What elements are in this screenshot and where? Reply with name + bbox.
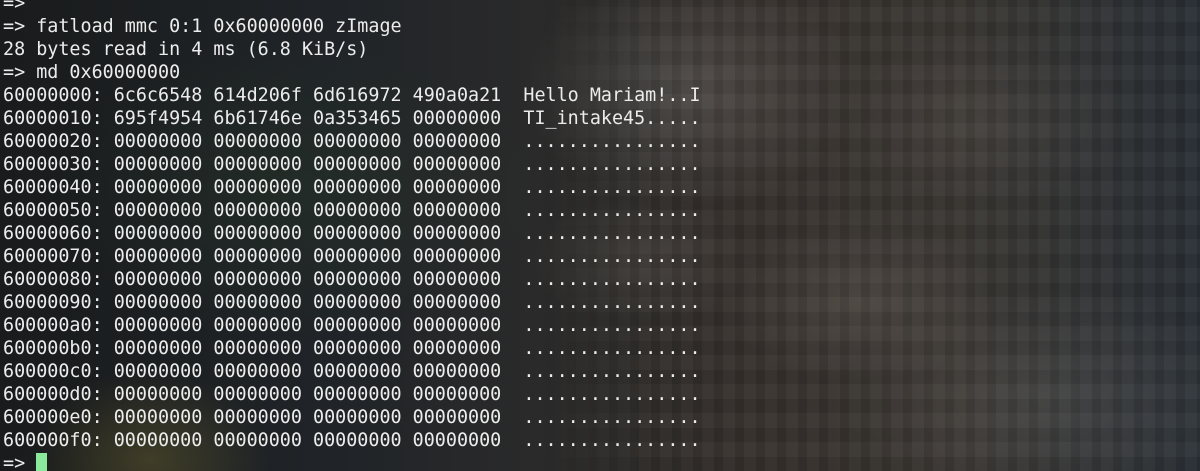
input-line[interactable]: => [3,452,701,471]
terminal-output: => => fatload mmc 0:1 0x60000000 zImage … [3,0,701,471]
memory-dump-row: 600000d0: 00000000 00000000 00000000 000… [3,384,701,405]
memory-dump-row: 60000000: 6c6c6548 614d206f 6d616972 490… [3,85,701,106]
memory-dump-row: 600000f0: 00000000 00000000 00000000 000… [3,430,701,451]
memory-dump-row: 600000c0: 00000000 00000000 00000000 000… [3,361,701,382]
memory-dump-row: 60000040: 00000000 00000000 00000000 000… [3,177,701,198]
memory-dump-row: 600000a0: 00000000 00000000 00000000 000… [3,315,701,336]
memory-dump-row: 60000060: 00000000 00000000 00000000 000… [3,223,701,244]
memory-dump-row: 60000090: 00000000 00000000 00000000 000… [3,292,701,313]
memory-dump-row: 60000070: 00000000 00000000 00000000 000… [3,246,701,267]
text-cursor [36,453,48,471]
memory-dump-row: 60000080: 00000000 00000000 00000000 000… [3,269,701,290]
prompt: => [3,453,37,471]
output-line: 28 bytes read in 4 ms (6.8 KiB/s) [3,39,369,60]
command-line: => fatload mmc 0:1 0x60000000 zImage [3,16,402,37]
memory-dump-row: 600000b0: 00000000 00000000 00000000 000… [3,338,701,359]
memory-dump-row: 60000020: 00000000 00000000 00000000 000… [3,131,701,152]
terminal-line: => [3,0,26,14]
command-line: => md 0x60000000 [3,62,181,83]
memory-dump-row: 600000e0: 00000000 00000000 00000000 000… [3,407,701,428]
memory-dump-row: 60000050: 00000000 00000000 00000000 000… [3,200,701,221]
terminal-window[interactable]: => => fatload mmc 0:1 0x60000000 zImage … [0,0,1200,471]
memory-dump-row: 60000010: 695f4954 6b61746e 0a353465 000… [3,108,701,129]
memory-dump-row: 60000030: 00000000 00000000 00000000 000… [3,154,701,175]
